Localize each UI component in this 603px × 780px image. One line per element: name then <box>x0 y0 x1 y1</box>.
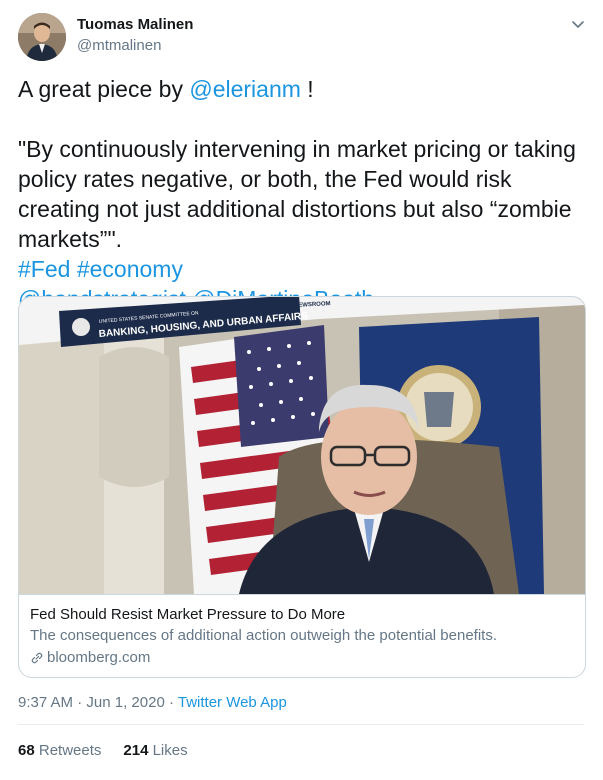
likes-label: Likes <box>152 742 188 759</box>
author-handle[interactable]: @mtmalinen <box>77 37 161 54</box>
retweets-label: Retweets <box>38 742 102 759</box>
tweet: Tuomas Malinen @mtmalinen A great piece … <box>0 0 603 780</box>
tweet-intro-suffix: ! <box>300 76 314 102</box>
tweet-meta: 9:37 AM · Jun 1, 2020 · Twitter Web App <box>18 694 287 711</box>
card-description: The consequences of additional action ou… <box>30 627 497 644</box>
avatar[interactable] <box>18 13 66 61</box>
meta-separator: · <box>73 694 87 711</box>
link-card[interactable]: UNITED STATES SENATE COMMITTEE ON BANKIN… <box>18 296 586 678</box>
likes-count: 214 <box>123 742 149 759</box>
card-body[interactable]: Fed Should Resist Market Pressure to Do … <box>19 594 585 677</box>
card-title[interactable]: Fed Should Resist Market Pressure to Do … <box>30 606 345 623</box>
divider <box>18 724 584 725</box>
chevron-down-icon[interactable] <box>568 14 588 34</box>
tweet-intro: A great piece by <box>18 76 190 102</box>
tweet-quote: "By continuously intervening in market p… <box>18 136 576 252</box>
tweet-source-app[interactable]: Twitter Web App <box>178 694 287 711</box>
hashtag-fed[interactable]: #Fed <box>18 256 70 282</box>
link-icon <box>30 651 44 665</box>
card-domain-text: bloomberg.com <box>47 649 151 666</box>
tweet-line1: A great piece by @elerianm ! <box>18 74 588 104</box>
tweet-stats: 68 Retweets 214 Likes <box>18 742 210 759</box>
tweet-date[interactable]: Jun 1, 2020 <box>86 694 164 711</box>
likes-stat[interactable]: 214 Likes <box>123 742 187 759</box>
card-domain: bloomberg.com <box>30 649 150 666</box>
mention-elerianm[interactable]: @elerianm <box>189 76 301 102</box>
retweets-count: 68 <box>18 742 35 759</box>
hashtag-line: #Fed #economy <box>18 254 588 284</box>
tweet-time[interactable]: 9:37 AM <box>18 694 73 711</box>
hashtag-economy[interactable]: #economy <box>77 256 183 282</box>
meta-separator: · <box>164 694 178 711</box>
author-name[interactable]: Tuomas Malinen <box>77 16 193 33</box>
tweet-text: A great piece by @elerianm ! "By continu… <box>18 74 588 314</box>
retweets-stat[interactable]: 68 Retweets <box>18 742 101 759</box>
card-image[interactable]: UNITED STATES SENATE COMMITTEE ON BANKIN… <box>19 297 585 594</box>
